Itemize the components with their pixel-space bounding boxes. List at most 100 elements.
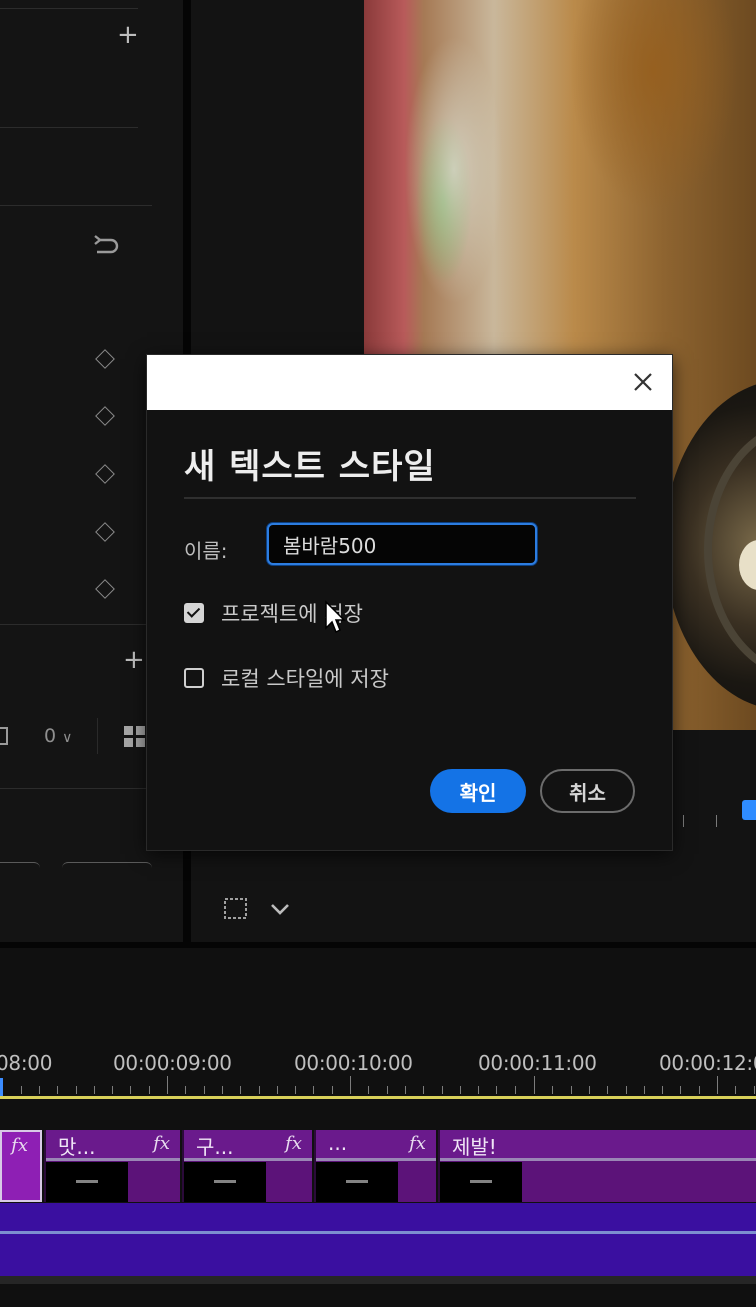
timeline-clip[interactable]: 구... fx <box>182 1130 312 1202</box>
clip-divider <box>46 1158 180 1161</box>
audio-track[interactable] <box>0 1234 756 1276</box>
ruler-minor-tick <box>276 1086 278 1094</box>
ruler-minor-tick <box>240 1086 242 1094</box>
clip-thumbnail <box>46 1162 128 1202</box>
new-text-style-dialog: 새 텍스트 스타일 이름: 프로젝트에 저장 로컬 스타일에 저장 확인 취소 <box>147 355 672 850</box>
panel-tab[interactable] <box>62 862 152 869</box>
keyframe-diamond-icon[interactable] <box>95 406 115 426</box>
ruler-minor-tick <box>148 1086 150 1094</box>
value-dropdown[interactable]: 0 ∨ <box>44 725 72 747</box>
ruler-minor-tick <box>607 1086 609 1094</box>
fx-badge[interactable]: fx <box>153 1133 170 1154</box>
divider <box>0 8 138 9</box>
timecode-label: 00:00:11:00 <box>478 1051 597 1075</box>
ruler-minor-tick <box>258 1086 260 1094</box>
clip-name: ... <box>328 1131 348 1155</box>
fx-badge[interactable]: fx <box>285 1133 302 1154</box>
playhead[interactable] <box>0 1078 3 1096</box>
close-icon[interactable] <box>628 367 658 397</box>
ruler-tick <box>683 815 684 827</box>
timecode-label: 00:00:12:0 <box>659 1051 756 1075</box>
audio-track[interactable] <box>0 1203 756 1231</box>
style-name-input[interactable] <box>267 523 537 565</box>
fx-badge[interactable]: fx <box>11 1135 28 1156</box>
dialog-titlebar[interactable] <box>147 355 672 410</box>
divider <box>0 205 152 206</box>
ruler-minor-tick <box>735 1086 737 1094</box>
mouse-cursor-icon <box>325 600 346 634</box>
ruler-minor-tick <box>588 1086 590 1094</box>
clip-divider <box>440 1158 756 1161</box>
ruler-minor-tick <box>75 1086 77 1094</box>
ruler-minor-tick <box>478 1086 480 1094</box>
timeline-clip[interactable]: ... fx <box>314 1130 436 1202</box>
ruler-minor-tick <box>93 1086 95 1094</box>
keyframe-diamond-icon[interactable] <box>95 579 115 599</box>
divider <box>97 718 98 754</box>
timeline-clip[interactable]: 맛... fx <box>44 1130 180 1202</box>
ruler-minor-tick <box>221 1086 223 1094</box>
safe-margins-icon[interactable] <box>222 896 250 922</box>
ruler-minor-tick <box>423 1086 425 1094</box>
ruler-minor-tick <box>38 1086 40 1094</box>
ruler-minor-tick <box>552 1086 554 1094</box>
save-to-local-label: 로컬 스타일에 저장 <box>221 667 389 691</box>
ruler-minor-tick <box>404 1086 406 1094</box>
ruler-minor-tick <box>441 1086 443 1094</box>
timecode-label: 00:00:09:00 <box>113 1051 232 1075</box>
ruler-minor-tick <box>112 1086 114 1094</box>
clip-thumbnail <box>316 1162 398 1202</box>
ruler-minor-tick <box>514 1086 516 1094</box>
clip-divider <box>316 1158 436 1161</box>
ruler-major-tick <box>167 1076 168 1094</box>
ruler-minor-tick <box>331 1086 333 1094</box>
ruler-minor-tick <box>496 1086 498 1094</box>
ruler-minor-tick <box>643 1086 645 1094</box>
ruler-major-tick <box>534 1076 535 1094</box>
cancel-button[interactable]: 취소 <box>540 769 635 813</box>
save-to-project-checkbox[interactable] <box>184 603 204 623</box>
timeline-clip-selected[interactable]: fx <box>0 1130 42 1202</box>
ruler-tick <box>716 815 717 827</box>
name-label: 이름: <box>184 539 228 563</box>
timeline-clip[interactable]: 제발! <box>438 1130 756 1202</box>
clip-name: 제발! <box>452 1135 497 1159</box>
work-area-bar[interactable] <box>0 1096 756 1099</box>
ruler-minor-tick <box>203 1086 205 1094</box>
keyframe-diamond-icon[interactable] <box>95 522 115 542</box>
ruler-minor-tick <box>20 1086 22 1094</box>
dropdown-value: 0 <box>44 725 57 747</box>
align-icon[interactable] <box>0 726 10 746</box>
clip-name: 구... <box>196 1135 234 1159</box>
ok-button[interactable]: 확인 <box>430 769 526 813</box>
chevron-down-icon[interactable] <box>269 902 291 916</box>
timeline-scrollbar[interactable] <box>0 1276 756 1284</box>
panel-tab[interactable] <box>0 862 40 869</box>
ruler-minor-tick <box>386 1086 388 1094</box>
ruler-minor-tick <box>185 1086 187 1094</box>
ruler-minor-tick <box>57 1086 59 1094</box>
ruler-minor-tick <box>130 1086 132 1094</box>
keyframe-diamond-icon[interactable] <box>95 349 115 369</box>
add-plus-icon[interactable]: + <box>123 647 145 673</box>
divider <box>184 497 636 499</box>
ruler-minor-tick <box>698 1086 700 1094</box>
chevron-down-icon: ∨ <box>62 730 73 746</box>
ruler-minor-tick <box>295 1086 297 1094</box>
ruler-minor-tick <box>570 1086 572 1094</box>
save-to-local-option[interactable]: 로컬 스타일에 저장 <box>184 663 389 693</box>
fx-badge[interactable]: fx <box>409 1133 426 1154</box>
save-to-local-checkbox[interactable] <box>184 668 204 688</box>
add-plus-icon[interactable]: + <box>117 22 139 48</box>
ruler-major-tick <box>717 1076 718 1094</box>
ruler-minor-tick <box>753 1086 755 1094</box>
playhead-marker[interactable] <box>742 800 756 820</box>
ruler-minor-tick <box>680 1086 682 1094</box>
clip-name: 맛... <box>58 1135 96 1159</box>
timecode-label: 00:00:10:00 <box>294 1051 413 1075</box>
keyframe-diamond-icon[interactable] <box>95 464 115 484</box>
reset-icon[interactable] <box>93 232 121 258</box>
grid-icon[interactable] <box>124 726 146 748</box>
clip-thumbnail <box>184 1162 266 1202</box>
clip-thumbnail <box>440 1162 522 1202</box>
